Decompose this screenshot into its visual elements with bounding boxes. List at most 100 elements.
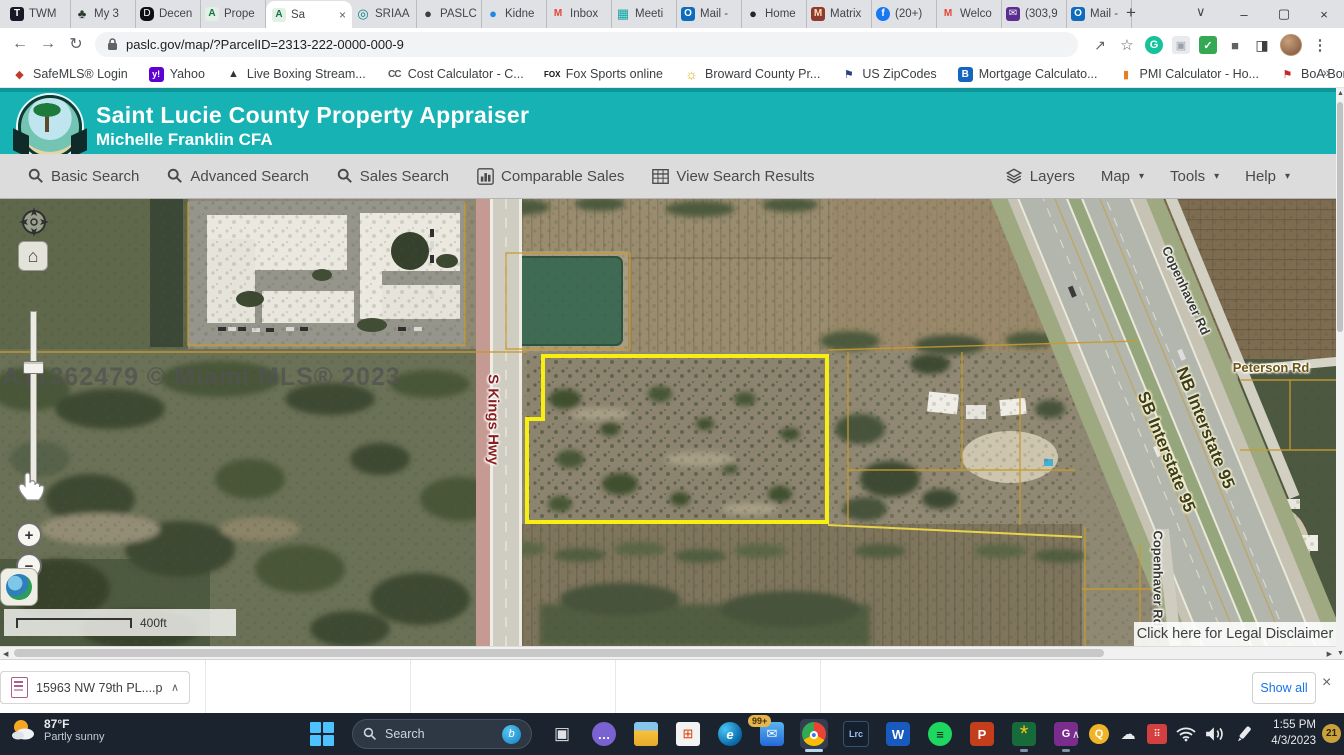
browser-tab[interactable]: ♣ My 3 xyxy=(71,0,136,28)
nav-tools-menu[interactable]: Tools▾ xyxy=(1170,168,1219,185)
tray-app-icon[interactable]: Q xyxy=(1089,724,1109,744)
browser-tab[interactable]: A Prope xyxy=(201,0,266,28)
browser-tab[interactable]: O Mail - xyxy=(677,0,742,28)
start-button[interactable] xyxy=(310,722,334,746)
onedrive-icon[interactable]: ☁ xyxy=(1118,724,1138,744)
share-icon[interactable]: ↗ xyxy=(1091,36,1109,54)
scroll-thumb[interactable] xyxy=(14,649,1104,657)
download-chip[interactable]: 15963 NW 79th PL....pdf ∧ xyxy=(0,671,190,704)
close-button[interactable]: × xyxy=(1304,0,1344,28)
bookmark-item[interactable]: y! Yahoo xyxy=(149,67,205,82)
word-icon[interactable]: W xyxy=(884,719,912,749)
edge-icon[interactable]: e xyxy=(716,719,744,749)
tray-grid-icon[interactable]: ⠿ xyxy=(1147,724,1167,744)
map-canvas[interactable]: S Kings Hwy Copenhaver Rd Copenhaver Rd … xyxy=(0,199,1336,646)
bookmark-item[interactable]: ▮ PMI Calculator - Ho... xyxy=(1119,67,1259,82)
spotify-icon[interactable]: ≡ xyxy=(926,719,954,749)
task-view-icon[interactable]: ▣ xyxy=(548,719,576,749)
download-chevron-icon[interactable]: ∧ xyxy=(171,681,179,694)
nav-advanced-search[interactable]: Advanced Search xyxy=(167,168,308,185)
pen-icon[interactable] xyxy=(1234,724,1254,744)
nav-layers[interactable]: Layers xyxy=(1005,167,1075,185)
chat-icon[interactable]: … xyxy=(590,719,618,749)
bookmarks-overflow-icon[interactable]: » xyxy=(1322,64,1330,80)
scroll-right-icon[interactable]: ▶ xyxy=(1327,650,1332,658)
profile-avatar[interactable] xyxy=(1280,34,1302,56)
volume-icon[interactable] xyxy=(1205,724,1225,744)
address-bar[interactable]: paslc.gov/map/?ParcelID=2313-222-0000-00… xyxy=(95,32,1078,57)
tray-chevron-icon[interactable]: ∧ xyxy=(1072,728,1080,741)
scroll-thumb[interactable] xyxy=(1337,102,1343,332)
store-icon[interactable]: ⊞ xyxy=(674,719,702,749)
bookmark-item[interactable]: ⚑ US ZipCodes xyxy=(841,67,936,82)
browser-tab[interactable]: M Welco xyxy=(937,0,1002,28)
forward-button[interactable]: → xyxy=(36,32,60,56)
scroll-down-icon[interactable]: ▼ xyxy=(1337,650,1344,657)
chrome-icon[interactable]: ● xyxy=(800,719,828,749)
bookmark-item[interactable]: ☼ Broward County Pr... xyxy=(684,67,820,82)
mail-icon[interactable]: ✉ 99+ xyxy=(758,719,786,749)
bookmark-item[interactable]: CC Cost Calculator - C... xyxy=(387,67,524,82)
extension-gray-icon[interactable]: ▣ xyxy=(1172,36,1190,54)
basemap-globe-button[interactable] xyxy=(0,568,38,606)
puzzle-icon[interactable]: ■ xyxy=(1226,36,1244,54)
legal-disclaimer-link[interactable]: Click here for Legal Disclaimer xyxy=(1134,622,1336,646)
browser-tab[interactable]: ● Home xyxy=(742,0,807,28)
bookmark-item[interactable]: ⚑ BoA Borrower Portal xyxy=(1280,67,1344,82)
browser-tab[interactable]: f (20+) xyxy=(872,0,937,28)
scroll-up-icon[interactable]: ▲ xyxy=(1337,90,1344,97)
back-button[interactable]: ← xyxy=(8,32,32,56)
home-extent-button[interactable]: ⌂ xyxy=(18,241,48,271)
extension-check-icon[interactable]: ✓ xyxy=(1199,36,1217,54)
maximize-button[interactable]: ▢ xyxy=(1264,0,1304,28)
browser-tab[interactable]: ● Kidne xyxy=(482,0,547,28)
show-all-downloads-button[interactable]: Show all xyxy=(1252,672,1316,704)
bookmark-item[interactable]: ◆ SafeMLS® Login xyxy=(12,67,128,82)
nav-sales-search[interactable]: Sales Search xyxy=(337,168,449,185)
browser-tab-active[interactable]: A Sa × xyxy=(266,1,352,28)
zoom-in-button[interactable]: + xyxy=(16,522,42,548)
wifi-icon[interactable] xyxy=(1176,724,1196,744)
nav-comparable-sales[interactable]: Comparable Sales xyxy=(477,168,624,185)
tab-close-icon[interactable]: × xyxy=(339,8,346,22)
lightroom-icon[interactable]: Lrc xyxy=(842,719,870,749)
browser-tab[interactable]: M Inbox xyxy=(547,0,612,28)
bookmark-item[interactable]: B Mortgage Calculato... xyxy=(958,67,1098,82)
tab-search-chevron-icon[interactable]: ∨ xyxy=(1196,4,1206,20)
browser-tab[interactable]: D Decen xyxy=(136,0,201,28)
zoom-slider-track[interactable] xyxy=(30,311,37,485)
browser-tab[interactable]: ◎ SRIAA xyxy=(352,0,417,28)
walmart-icon[interactable]: * xyxy=(1010,719,1038,749)
bookmark-item[interactable]: ▲ Live Boxing Stream... xyxy=(226,67,366,82)
browser-tab[interactable]: ▦ Meeti xyxy=(612,0,677,28)
zoom-slider-handle[interactable] xyxy=(23,361,44,374)
notification-badge[interactable]: 21 xyxy=(1322,724,1341,743)
compass-icon[interactable] xyxy=(18,206,50,238)
sidebar-icon[interactable]: ◨ xyxy=(1253,36,1271,54)
minimize-button[interactable]: – xyxy=(1224,0,1264,28)
bookmark-item[interactable]: FOX Fox Sports online xyxy=(545,67,663,82)
vertical-scrollbar[interactable]: ▲ ▼ xyxy=(1336,88,1344,659)
grammarly-icon[interactable]: G xyxy=(1145,36,1163,54)
browser-tab[interactable]: ● PASLC xyxy=(417,0,482,28)
horizontal-scrollbar[interactable]: ◀ ▶ xyxy=(0,646,1336,659)
browser-tab[interactable]: M Matrix xyxy=(807,0,872,28)
nav-help-menu[interactable]: Help▾ xyxy=(1245,168,1290,185)
browser-tab[interactable]: T TWM xyxy=(6,0,71,28)
file-explorer-icon[interactable] xyxy=(632,719,660,749)
nav-basic-search[interactable]: Basic Search xyxy=(28,168,139,185)
nav-map-menu[interactable]: Map▾ xyxy=(1101,168,1144,185)
browser-tab[interactable]: ✉ (303,9 xyxy=(1002,0,1067,28)
downloads-bar-close-icon[interactable]: × xyxy=(1322,674,1331,692)
weather-widget[interactable]: 87°F Partly sunny xyxy=(10,717,105,743)
browser-menu-icon[interactable]: ⋮ xyxy=(1311,36,1329,54)
scroll-left-icon[interactable]: ◀ xyxy=(3,650,8,658)
reload-button[interactable]: ↻ xyxy=(64,32,88,56)
powerpoint-icon[interactable]: P xyxy=(968,719,996,749)
taskbar-clock[interactable]: 1:55 PM 4/3/2023 xyxy=(1258,717,1316,749)
bookmark-star-icon[interactable]: ☆ xyxy=(1118,36,1136,54)
taskbar-search[interactable]: Search b xyxy=(352,719,532,749)
nav-view-search-results[interactable]: View Search Results xyxy=(652,168,814,185)
layers-icon xyxy=(1005,167,1023,185)
new-tab-button[interactable]: + xyxy=(1120,3,1142,23)
